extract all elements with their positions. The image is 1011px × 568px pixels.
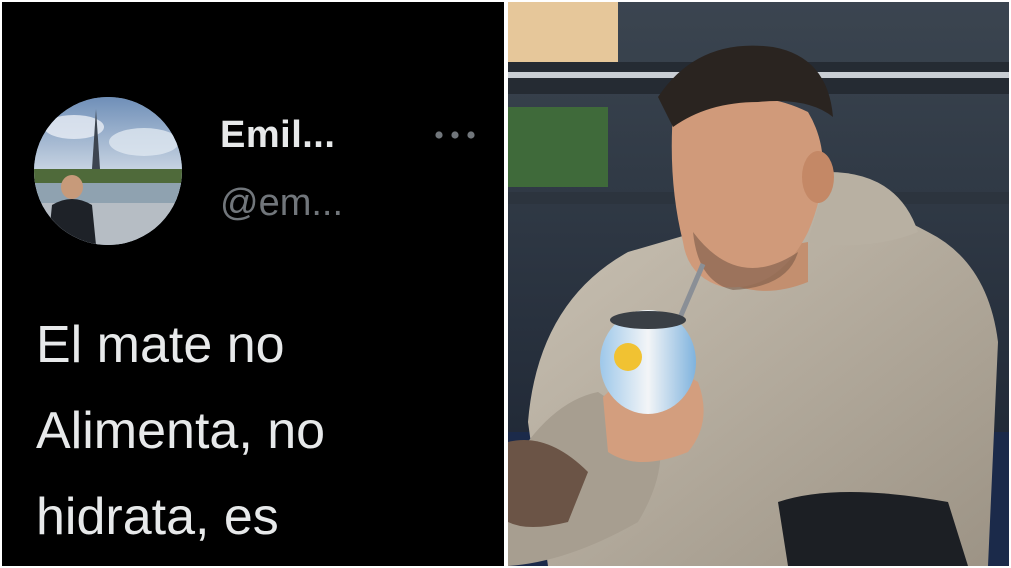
user-handle[interactable]: @em... [220,182,343,225]
avatar[interactable] [34,97,182,245]
tweet-text: El mate no Alimenta, no hidrata, es [36,316,326,546]
display-name[interactable]: Emil... [220,114,335,157]
more-horizontal-icon[interactable] [432,122,478,148]
news-photo [508,2,1009,566]
tweet-card: Emil... @em... El mate no Alimenta, no h… [2,2,504,566]
man-drinking-mate-photo [508,2,1009,566]
avatar-photo [34,97,182,245]
